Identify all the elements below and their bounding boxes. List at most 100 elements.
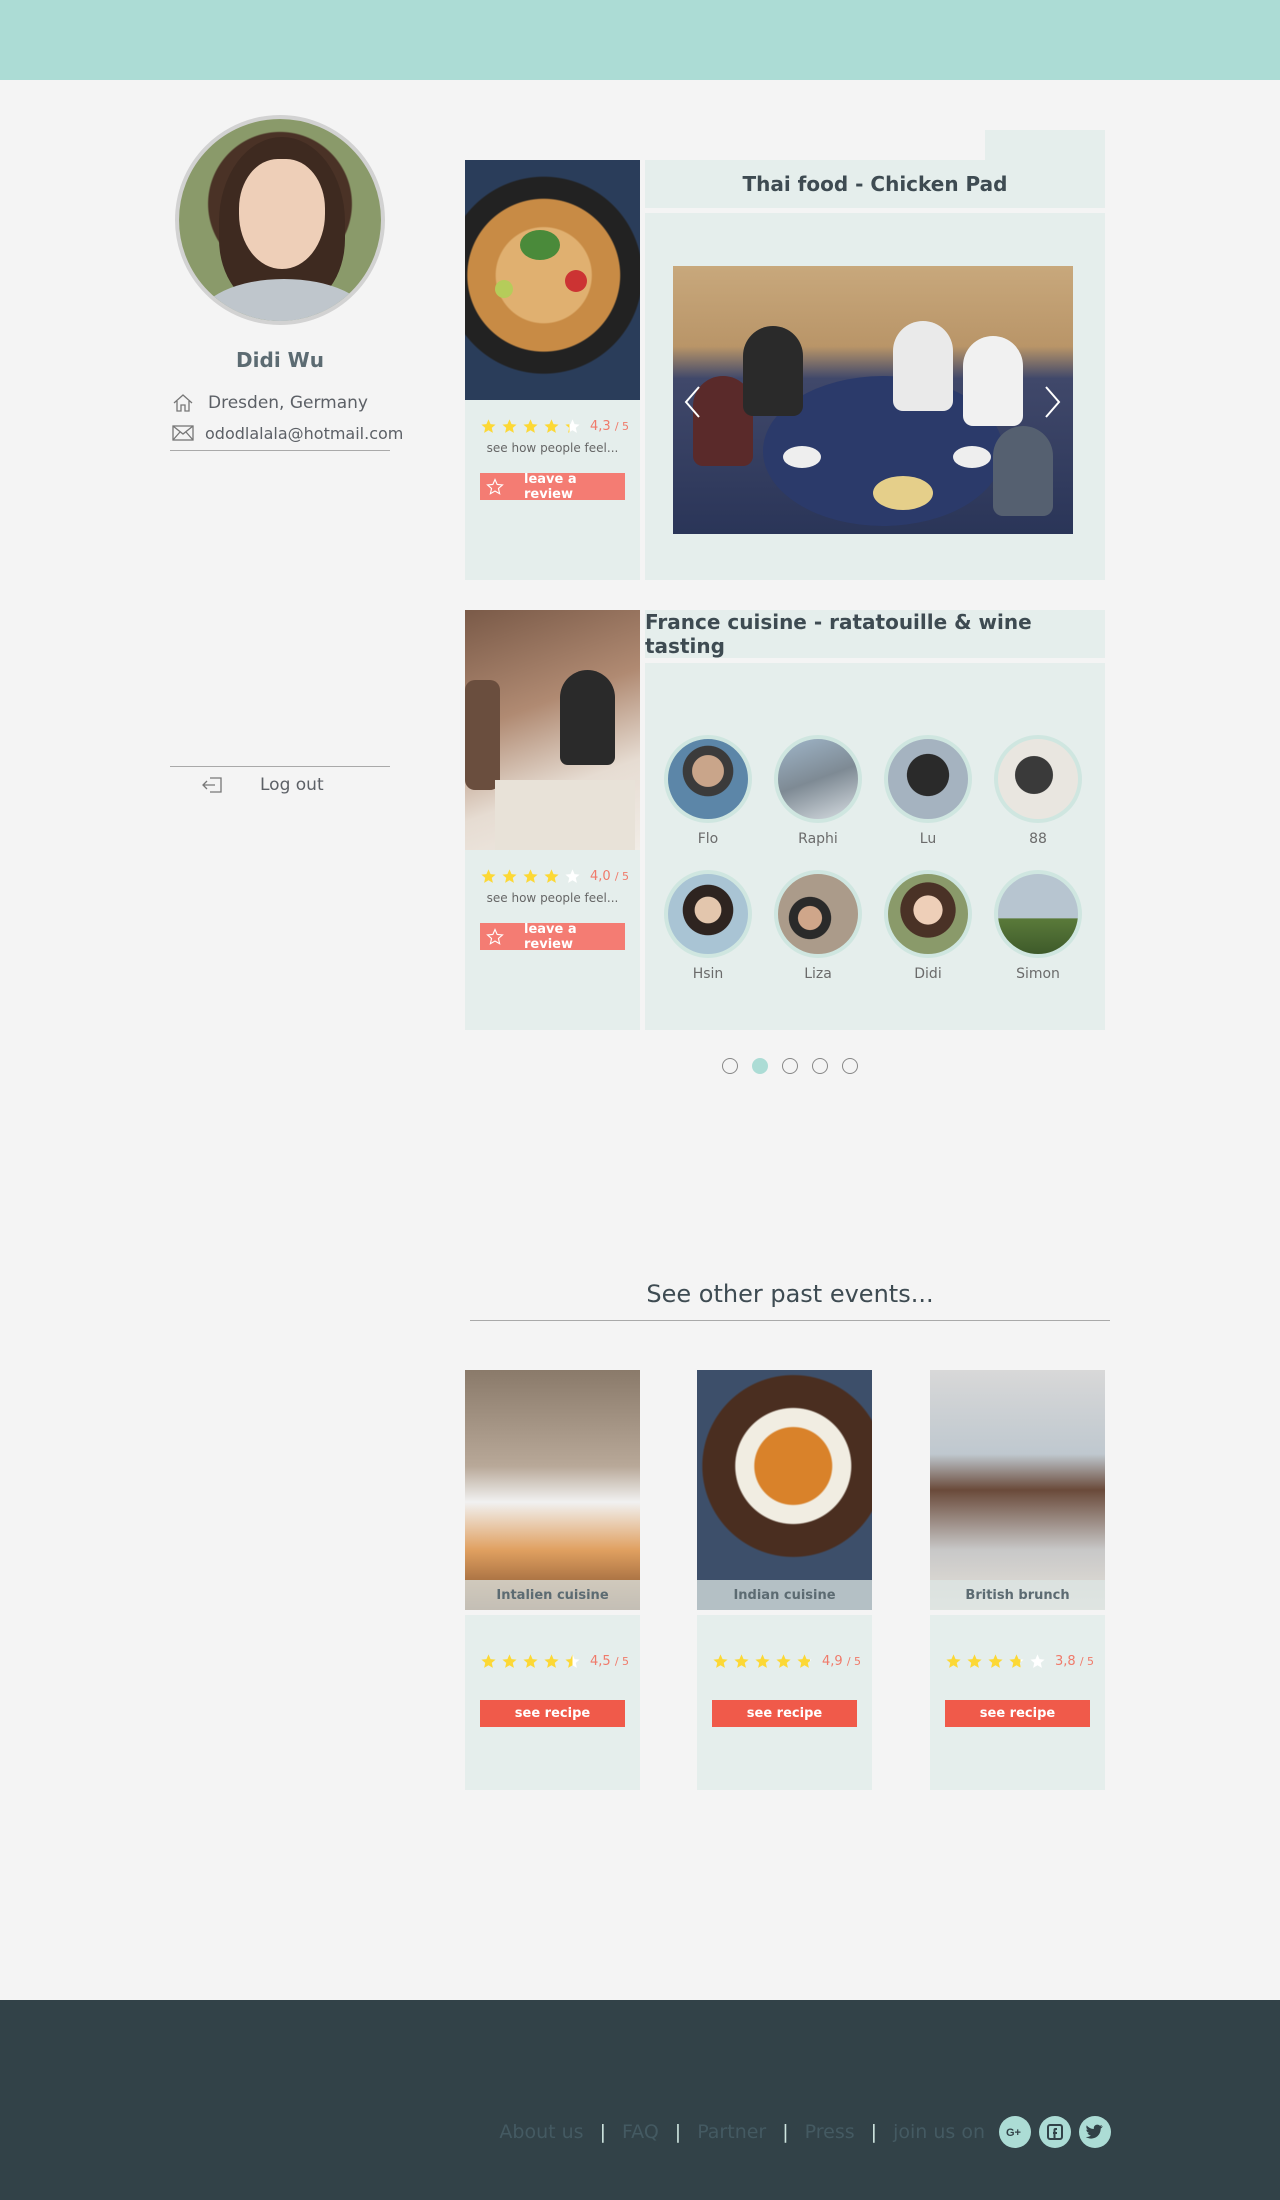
carousel-dot-2[interactable] (782, 1058, 798, 1074)
member-avatar (664, 735, 752, 823)
star-icon (565, 419, 580, 433)
star-icon (797, 1654, 812, 1668)
member-name: Didi (914, 966, 942, 982)
member-avatar (884, 735, 972, 823)
past-event-card: Intalien cuisine 4,5 / 5 see recipe (465, 1370, 640, 1790)
star-icon (776, 1654, 791, 1668)
carousel-prev-arrow[interactable] (683, 385, 703, 419)
event-card-france: 4,0 / 5 see how people feel... leave a r… (465, 610, 640, 1030)
star-icon (755, 1654, 770, 1668)
rating-stars: 3,8 / 5 (945, 1653, 1105, 1670)
member-name: Flo (697, 831, 719, 847)
member-name: Lu (919, 831, 937, 847)
profile-email[interactable]: ododlalala@hotmail.com (205, 424, 403, 443)
logout-label: Log out (260, 775, 324, 795)
star-outline-icon (486, 927, 504, 946)
past-event-photo: Intalien cuisine (465, 1370, 640, 1610)
member-5[interactable]: Liza (773, 870, 863, 982)
event-title-thai: Thai food - Chicken Pad (645, 160, 1105, 208)
member-name: Raphi (798, 831, 838, 847)
twitter-icon[interactable] (1079, 2116, 1111, 2148)
member-avatar (994, 735, 1082, 823)
star-icon (565, 869, 580, 883)
rating-value: 4,0 / 5 (590, 869, 630, 884)
profile-city: Dresden, Germany (208, 393, 368, 413)
carousel-dot-4[interactable] (842, 1058, 858, 1074)
member-3[interactable]: 88 (993, 735, 1083, 847)
footer-separator: | (870, 2121, 878, 2143)
mail-icon (172, 423, 194, 443)
profile-city-row: Dresden, Germany (172, 390, 392, 416)
logout-button[interactable]: Log out (200, 775, 324, 795)
star-icon (734, 1654, 749, 1668)
member-name: 88 (1029, 831, 1047, 847)
carousel-dot-0[interactable] (722, 1058, 738, 1074)
past-events-heading: See other past events... (646, 1280, 934, 1308)
pad-thai-photo (465, 160, 640, 400)
star-icon (523, 419, 538, 433)
carousel-dot-3[interactable] (812, 1058, 828, 1074)
footer-link-faq[interactable]: FAQ (622, 2121, 659, 2143)
member-7[interactable]: Simon (993, 870, 1083, 982)
past-event-caption: Indian cuisine (697, 1580, 872, 1610)
see-recipe-button[interactable]: see recipe (945, 1700, 1090, 1727)
feel-link[interactable]: see how people feel... (465, 441, 640, 455)
footer (0, 2000, 1280, 2200)
member-0[interactable]: Flo (663, 735, 753, 847)
footer-link-partner[interactable]: Partner (697, 2121, 766, 2143)
see-recipe-button[interactable]: see recipe (712, 1700, 857, 1727)
member-2[interactable]: Lu (883, 735, 973, 847)
see-recipe-button[interactable]: see recipe (480, 1700, 625, 1727)
past-event-photo: British brunch (930, 1370, 1105, 1610)
past-event-card: Indian cuisine 4,9 / 5 see recipe (697, 1370, 872, 1790)
footer-link-press[interactable]: Press (805, 2121, 855, 2143)
member-name: Hsin (692, 966, 724, 982)
past-event-card: British brunch 3,8 / 5 see recipe (930, 1370, 1105, 1790)
star-icon (481, 869, 496, 883)
star-icon (523, 869, 538, 883)
star-icon (713, 1654, 728, 1668)
facebook-icon[interactable] (1039, 2116, 1071, 2148)
carousel-dot-1[interactable] (752, 1058, 768, 1074)
rating-stars: 4,0 / 5 (480, 868, 640, 885)
rating-value: 4,9 / 5 (822, 1654, 862, 1669)
star-icon (544, 1654, 559, 1668)
star-icon (481, 419, 496, 433)
star-icon (967, 1654, 982, 1668)
leave-review-button[interactable]: leave a review (480, 472, 625, 502)
member-1[interactable]: Raphi (773, 735, 863, 847)
rating-stars: 4,3 / 5 (480, 418, 640, 435)
profile-email-row: ododlalala@hotmail.com (172, 420, 403, 446)
rating-stars: 4,9 / 5 (712, 1653, 872, 1670)
footer-link-about[interactable]: About us (499, 2121, 583, 2143)
past-event-caption: British brunch (930, 1580, 1105, 1610)
card-tab-corner (985, 130, 1105, 160)
star-icon (565, 1654, 580, 1668)
feel-link[interactable]: see how people feel... (465, 891, 640, 905)
member-avatar (994, 870, 1082, 958)
profile-divider (170, 450, 390, 451)
footer-join-label: join us on (893, 2121, 985, 2143)
svg-text:G+: G+ (1006, 2127, 1021, 2139)
member-avatar (774, 870, 862, 958)
event-title-france: France cuisine - ratatouille & wine tast… (645, 610, 1105, 658)
profile-name: Didi Wu (236, 348, 324, 372)
footer-separator: | (782, 2121, 789, 2143)
star-icon (502, 869, 517, 883)
star-icon (523, 1654, 538, 1668)
star-icon (544, 869, 559, 883)
star-icon (502, 419, 517, 433)
top-header-bar (0, 0, 1280, 80)
rating-value: 4,3 / 5 (590, 419, 630, 434)
star-icon (1009, 1654, 1024, 1668)
rating-value: 4,5 / 5 (590, 1654, 630, 1669)
google-plus-icon[interactable]: G+ (999, 2116, 1031, 2148)
carousel-next-arrow[interactable] (1042, 385, 1062, 419)
member-4[interactable]: Hsin (663, 870, 753, 982)
star-icon (988, 1654, 1003, 1668)
member-name: Liza (804, 966, 832, 982)
leave-review-button[interactable]: leave a review (480, 922, 625, 952)
footer-nav: About us | FAQ | Partner | Press | join … (499, 2116, 1111, 2148)
dinner-party-photo (465, 610, 640, 850)
member-6[interactable]: Didi (883, 870, 973, 982)
